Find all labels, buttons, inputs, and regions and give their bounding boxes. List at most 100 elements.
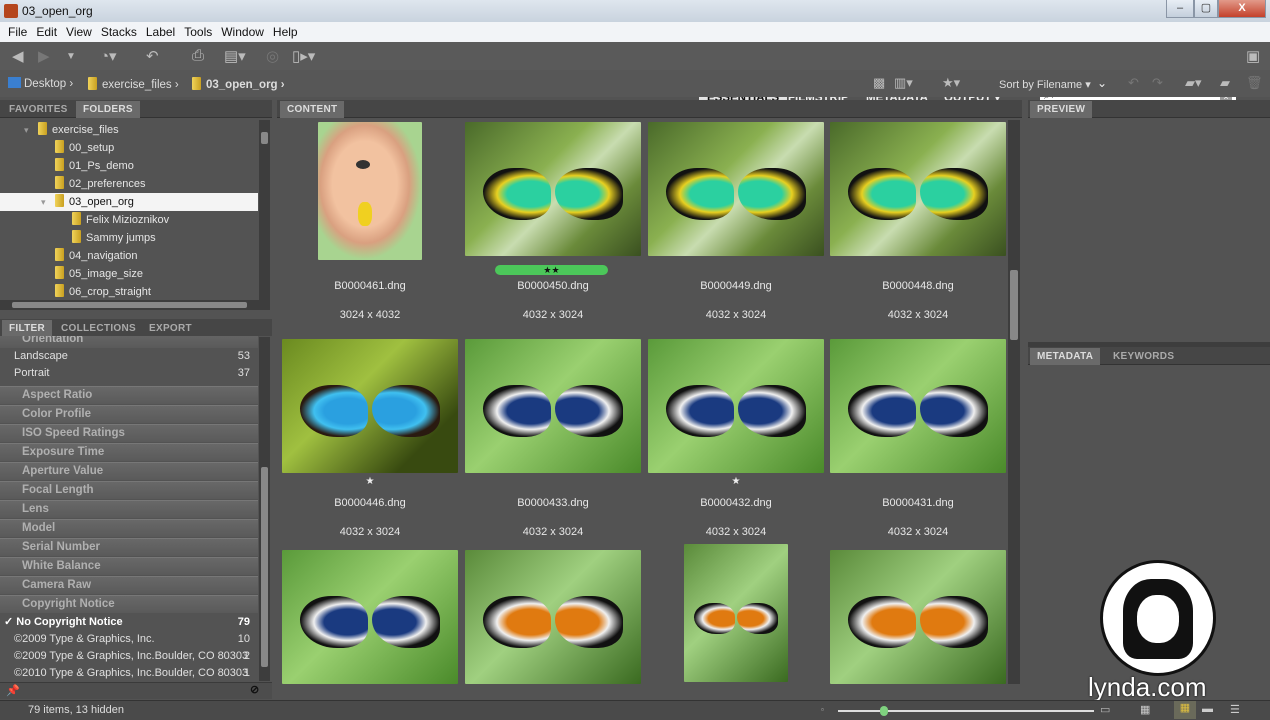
compact-mode-icon[interactable]: ▣: [1246, 47, 1260, 65]
output-icon[interactable]: ▤▾: [224, 47, 246, 65]
menu-window[interactable]: Window: [219, 25, 271, 39]
filter-item[interactable]: Landscape 53: [0, 348, 258, 365]
clear-filter-icon[interactable]: ⊘: [250, 683, 259, 696]
filter-section-orientation[interactable]: Orientation: [0, 336, 258, 348]
folder-item[interactable]: Felix Mizioznikov: [0, 211, 258, 229]
filter-section[interactable]: Focal Length: [0, 481, 258, 499]
folder-item[interactable]: 05_image_size: [0, 265, 258, 283]
thumbnail-image[interactable]: [465, 339, 641, 473]
thumbnail-image[interactable]: [684, 544, 788, 682]
menu-label[interactable]: Label: [144, 25, 182, 39]
tab-export[interactable]: EXPORT: [142, 320, 199, 337]
breadcrumb-exercise-files[interactable]: exercise_files ›: [88, 77, 179, 91]
folder-item[interactable]: 06_crop_straight: [0, 283, 258, 301]
disclosure-triangle-icon[interactable]: ▾: [41, 193, 46, 211]
thumbnail-image[interactable]: [465, 550, 641, 684]
open-recent-folder-icon[interactable]: ▰▾: [1185, 75, 1202, 91]
thumbnail-filename[interactable]: B0000446.dng: [279, 497, 461, 509]
list-view-icon[interactable]: ☰: [1230, 703, 1240, 716]
refine-icon[interactable]: ◎: [266, 47, 279, 65]
forward-icon[interactable]: ▶: [38, 47, 50, 65]
thumbnail-filename[interactable]: B0000450.dng: [462, 280, 644, 292]
menu-tools[interactable]: Tools: [182, 25, 219, 39]
folders-scrollbar[interactable]: [259, 120, 270, 300]
thumbnail-image[interactable]: [648, 122, 824, 256]
menu-help[interactable]: Help: [271, 25, 305, 39]
filter-section[interactable]: Serial Number: [0, 538, 258, 556]
menu-view[interactable]: View: [64, 25, 99, 39]
tab-favorites[interactable]: FAVORITES: [2, 101, 75, 118]
tab-metadata[interactable]: METADATA: [1030, 348, 1101, 365]
menu-stacks[interactable]: Stacks: [99, 25, 144, 39]
thumbnail-size-slider[interactable]: [838, 706, 1094, 716]
rating-stars[interactable]: ★: [645, 476, 827, 487]
menu-edit[interactable]: Edit: [34, 25, 64, 39]
reveal-recent-icon[interactable]: ◔▾: [100, 47, 117, 65]
thumbnail-filename[interactable]: B0000449.dng: [645, 280, 827, 292]
disclosure-triangle-icon[interactable]: ▾: [24, 121, 29, 139]
filter-item[interactable]: ©2010 Type & Graphics, Inc.Boulder, CO 8…: [0, 665, 258, 681]
tab-folders[interactable]: FOLDERS: [76, 101, 140, 118]
tab-preview[interactable]: PREVIEW: [1030, 101, 1093, 118]
slider-handle[interactable]: [880, 706, 889, 716]
filter-scrollbar[interactable]: [259, 337, 270, 681]
breadcrumb-03-open-org[interactable]: 03_open_org ›: [192, 77, 285, 91]
pin-icon[interactable]: 📌: [6, 684, 20, 697]
delete-icon[interactable]: 🗑: [1246, 75, 1263, 91]
thumbnail-quality-icon[interactable]: ▥▾: [894, 75, 913, 91]
filter-section[interactable]: Aspect Ratio: [0, 386, 258, 404]
thumbnail-filename[interactable]: B0000433.dng: [462, 497, 644, 509]
thumbnail-filename[interactable]: B0000448.dng: [827, 280, 1009, 292]
recent-dropdown-icon[interactable]: ▼: [66, 51, 76, 62]
rating-stars[interactable]: ★: [279, 476, 461, 487]
thumbnail-image[interactable]: [830, 339, 1006, 473]
minimize-button[interactable]: –: [1166, 0, 1194, 18]
close-button[interactable]: X: [1218, 0, 1266, 18]
thumbnails-view-icon[interactable]: ▦: [1174, 701, 1196, 719]
details-view-icon[interactable]: ▬: [1202, 703, 1213, 715]
grid-lock-icon[interactable]: ▦: [1140, 703, 1150, 716]
quality-icon[interactable]: ▩: [873, 75, 885, 91]
filter-section[interactable]: Exposure Time: [0, 443, 258, 461]
thumbnail-image[interactable]: [648, 339, 824, 473]
filter-section[interactable]: Model: [0, 519, 258, 537]
thumbnail-filename[interactable]: B0000432.dng: [645, 497, 827, 509]
rotate-left-icon[interactable]: ↶: [1128, 75, 1139, 91]
open-in-camera-raw-icon[interactable]: ▯▸▾: [292, 47, 315, 65]
tab-collections[interactable]: COLLECTIONS: [54, 320, 143, 337]
breadcrumb-desktop[interactable]: Desktop ›: [8, 77, 73, 90]
filter-section[interactable]: ISO Speed Ratings: [0, 424, 258, 442]
thumbnail-filename[interactable]: B0000431.dng: [827, 497, 1009, 509]
folder-item[interactable]: ▾ 03_open_org: [0, 193, 258, 211]
filter-section[interactable]: Camera Raw: [0, 576, 258, 594]
thumbnail-image[interactable]: [282, 550, 458, 684]
thumbnail-filename[interactable]: B0000461.dng: [279, 280, 461, 292]
camera-import-icon[interactable]: ⎙: [192, 47, 204, 64]
back-icon[interactable]: ◀: [12, 47, 24, 65]
thumbnail-image[interactable]: [830, 122, 1006, 256]
filter-item[interactable]: ©2009 Type & Graphics, Inc. 10: [0, 631, 258, 648]
filter-section[interactable]: White Balance: [0, 557, 258, 575]
filter-item[interactable]: ✓ No Copyright Notice 79: [0, 614, 258, 631]
sort-dropdown[interactable]: Sort by Filename ▾: [999, 78, 1091, 91]
rating-stars[interactable]: ★★: [543, 265, 559, 275]
tab-keywords[interactable]: KEYWORDS: [1106, 348, 1181, 365]
menu-file[interactable]: File: [6, 25, 34, 39]
filter-item[interactable]: Portrait 37: [0, 365, 258, 382]
thumbnail-image[interactable]: [318, 122, 422, 260]
maximize-button[interactable]: ▢: [1194, 0, 1218, 18]
folders-hscrollbar[interactable]: [0, 300, 270, 310]
large-thumb-icon[interactable]: ▭: [1100, 703, 1110, 716]
content-scrollbar[interactable]: [1008, 120, 1020, 684]
folder-item[interactable]: ▾ exercise_files: [0, 121, 258, 139]
thumbnail-image[interactable]: [282, 339, 458, 473]
sort-direction-icon[interactable]: ⌄: [1097, 76, 1107, 90]
filter-section[interactable]: Lens: [0, 500, 258, 518]
folder-item[interactable]: 04_navigation: [0, 247, 258, 265]
filter-section[interactable]: Aperture Value: [0, 462, 258, 480]
thumbnail-image[interactable]: [830, 550, 1006, 684]
rotate-right-icon[interactable]: ↷: [1152, 75, 1163, 91]
folder-item[interactable]: Sammy jumps: [0, 229, 258, 247]
folder-item[interactable]: 00_setup: [0, 139, 258, 157]
filter-item[interactable]: ©2009 Type & Graphics, Inc.Boulder, CO 8…: [0, 648, 258, 665]
